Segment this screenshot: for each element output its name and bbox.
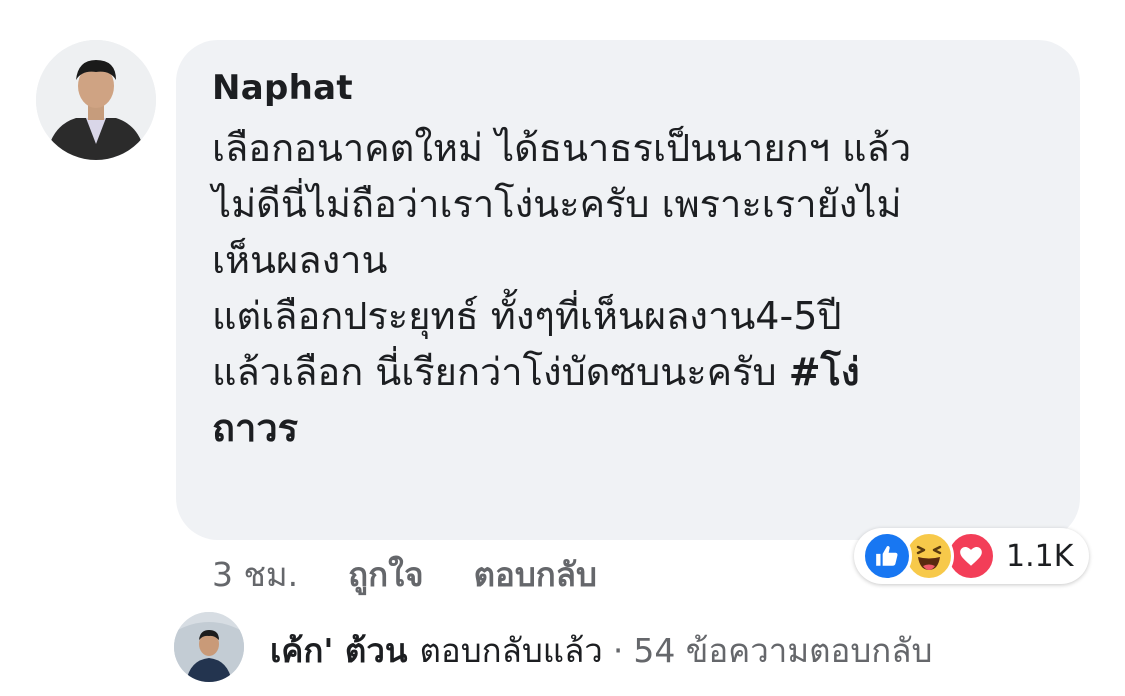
comment-thread: Naphat เลือกอนาคตใหม่ ได้ธนาธรเป็นนายกฯ … — [0, 0, 1125, 696]
comment-author-name[interactable]: Naphat — [212, 68, 353, 108]
replier-name[interactable]: เค้ก' ต้วน — [270, 624, 407, 677]
avatar-photo — [174, 612, 244, 682]
separator-dot: · — [612, 631, 624, 670]
like-icon — [862, 531, 912, 581]
comment-line: แต่เลือกประยุทธ์ ทั้งๆที่เห็นผลงาน4-5ปี — [212, 294, 842, 338]
view-replies-link[interactable]: เค้ก' ต้วน ตอบกลับแล้ว · 54 ข้อความตอบกล… — [270, 624, 932, 677]
replied-label: ตอบกลับแล้ว — [419, 631, 603, 670]
comment-actions: 3 ชม. ถูกใจ ตอบกลับ — [212, 548, 647, 601]
comment-line: เห็นผลงาน — [212, 238, 388, 282]
comment-line: เลือกอนาคตใหม่ ได้ธนาธรเป็นนายกฯ แล้ว — [212, 126, 912, 170]
comment-line: ไม่ดีนี่ไม่ถือว่าเราโง่นะครับ เพราะเรายั… — [212, 182, 902, 226]
avatar-photo — [36, 40, 156, 160]
reply-button[interactable]: ตอบกลับ — [474, 548, 597, 601]
comment-line: แล้วเลือก นี่เรียกว่าโง่บัดซบนะครับ #โง่ — [212, 344, 1052, 400]
reactions-summary[interactable]: 1.1K — [854, 528, 1090, 584]
comment-bubble: Naphat เลือกอนาคตใหม่ ได้ธนาธรเป็นนายกฯ … — [176, 40, 1080, 540]
replier-avatar[interactable] — [174, 612, 244, 682]
reply-count[interactable]: 54 ข้อความตอบกลับ — [633, 624, 932, 677]
reaction-count: 1.1K — [1006, 538, 1074, 574]
hashtag-link-end[interactable]: ถาวร — [212, 400, 1052, 456]
comment-text: เลือกอนาคตใหม่ ได้ธนาธรเป็นนายกฯ แล้ว ไม… — [212, 120, 1052, 456]
comment-timestamp[interactable]: 3 ชม. — [212, 548, 298, 601]
commenter-avatar[interactable] — [36, 40, 156, 160]
hashtag-link-start[interactable]: #โง่ — [789, 350, 860, 394]
like-button[interactable]: ถูกใจ — [348, 548, 423, 601]
comment-line-text: แล้วเลือก นี่เรียกว่าโง่บัดซบนะครับ — [212, 350, 789, 394]
